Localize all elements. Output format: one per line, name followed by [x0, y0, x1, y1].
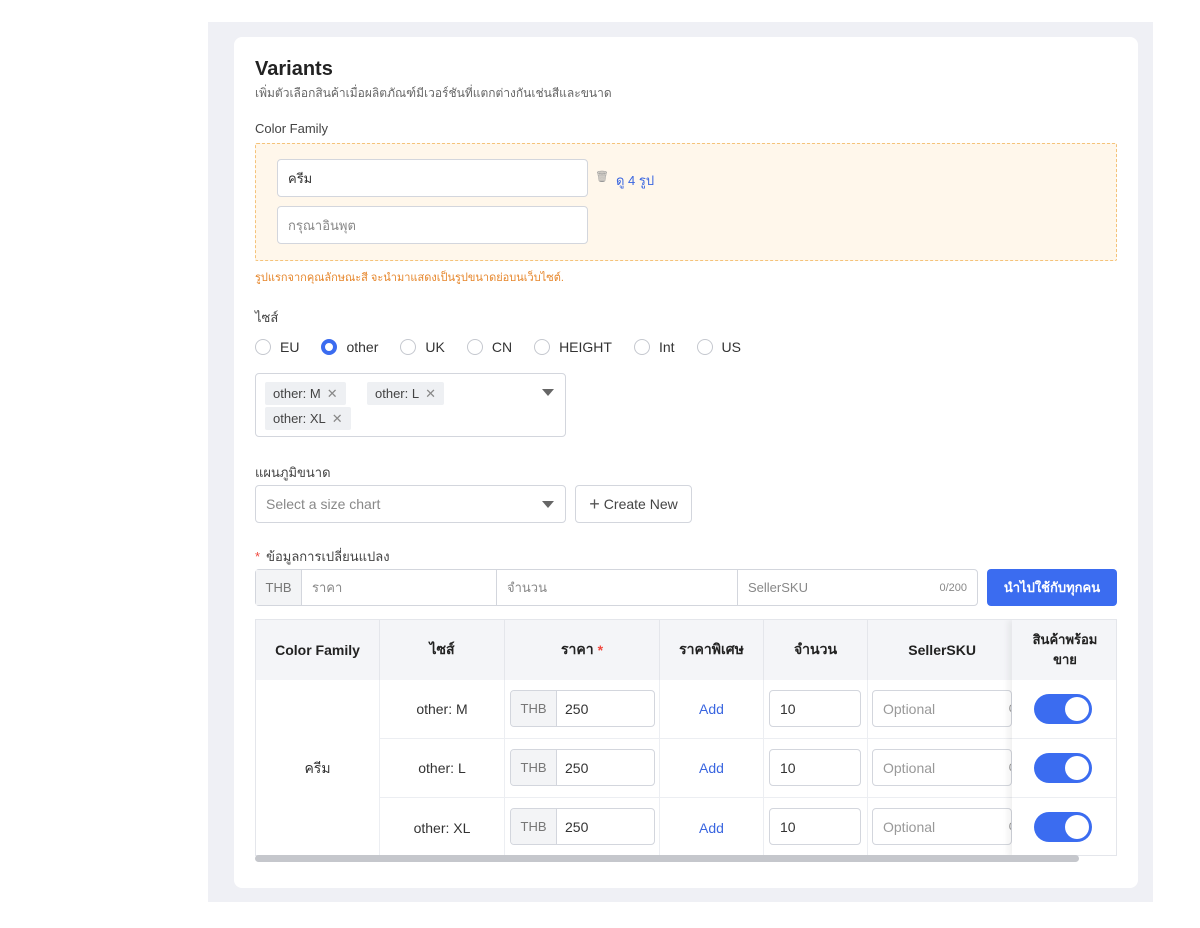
price-input[interactable]: THB 250: [510, 808, 655, 845]
sku-input[interactable]: Optional0: [872, 749, 1012, 786]
color-warning-text: รูปแรกจากคุณลักษณะสี จะนำมาแสดงเป็นรูปขน…: [255, 272, 564, 284]
color-family-label: Color Family: [255, 121, 328, 136]
size-tag: other: M ✕: [265, 382, 346, 405]
radio-circle-icon: [633, 339, 650, 355]
qty-input[interactable]: 10: [769, 808, 861, 845]
add-special-price-link[interactable]: Add: [699, 760, 724, 776]
radio-int[interactable]: Int: [633, 339, 675, 355]
new-color-input[interactable]: กรุณาอินพุต: [277, 206, 588, 244]
currency-prefix: THB: [256, 570, 302, 605]
trash-icon[interactable]: 🗑: [595, 170, 609, 183]
price-input[interactable]: THB 250: [510, 690, 655, 727]
batch-sku-input[interactable]: SellerSKU 0/200: [738, 570, 977, 605]
size-type-radio-group: EU other UK CN HEIGHT Int US: [255, 339, 763, 355]
size-tag: other: XL ✕: [265, 407, 351, 430]
close-icon[interactable]: ✕: [425, 386, 436, 402]
sku-input[interactable]: Optional0: [872, 690, 1012, 727]
col-header-sku: SellerSKU: [868, 620, 1012, 680]
caret-down-icon[interactable]: [542, 389, 554, 396]
batch-edit-bar: THB ราคา จำนวน SellerSKU 0/200: [255, 569, 978, 606]
radio-height[interactable]: HEIGHT: [534, 339, 612, 355]
col-header-size: ไซส์: [380, 620, 505, 680]
size-cell: other: XL: [380, 798, 505, 855]
section-subtitle: เพิ่มตัวเลือกสินค้าเมื่อผลิตภัณฑ์มีเวอร์…: [255, 86, 612, 100]
variants-table: Color Family ไซส์ ราคา * ราคาพิเศษ จำนวน …: [255, 619, 1117, 856]
qty-input[interactable]: 10: [769, 690, 861, 727]
qty-input[interactable]: 10: [769, 749, 861, 786]
special-price-cell: Add: [660, 680, 764, 739]
radio-circle-icon: [255, 339, 271, 355]
toggle-knob: [1065, 756, 1089, 780]
add-special-price-link[interactable]: Add: [699, 701, 724, 717]
special-price-cell: Add: [660, 739, 764, 798]
table-horizontal-scrollbar[interactable]: [255, 855, 1079, 862]
section-title: Variants: [255, 58, 333, 80]
col-header-price: ราคา *: [505, 620, 660, 680]
size-label: ไซส์: [255, 310, 279, 325]
color-value-input[interactable]: ครีม: [277, 159, 588, 197]
variation-info-label: * ข้อมูลการเปลี่ยนแปลง: [255, 549, 390, 564]
size-cell: other: M: [380, 680, 505, 739]
required-asterisk: *: [597, 642, 604, 658]
price-input[interactable]: THB 250: [510, 749, 655, 786]
special-price-cell: Add: [660, 798, 764, 855]
radio-uk[interactable]: UK: [400, 339, 445, 355]
color-family-cell: ครีม: [256, 680, 380, 855]
available-toggle[interactable]: [1034, 753, 1092, 783]
variants-card: Variants เพิ่มตัวเลือกสินค้าเมื่อผลิตภัณ…: [234, 37, 1138, 888]
create-new-button[interactable]: + Create New: [575, 485, 692, 523]
col-header-special-price: ราคาพิเศษ: [660, 620, 764, 680]
radio-eu[interactable]: EU: [255, 339, 299, 355]
size-tag: other: L ✕: [367, 382, 444, 405]
view-images-link[interactable]: ดู 4 รูป: [616, 170, 654, 191]
required-asterisk: *: [255, 549, 261, 564]
radio-checked-icon: [321, 339, 338, 355]
batch-qty-input[interactable]: จำนวน: [497, 570, 738, 605]
available-toggle[interactable]: [1034, 694, 1092, 724]
size-cell: other: L: [380, 739, 505, 798]
size-chart-select[interactable]: Select a size chart: [255, 485, 566, 523]
radio-circle-icon: [534, 339, 551, 355]
plus-icon: +: [589, 493, 600, 514]
sku-input[interactable]: Optional0: [872, 808, 1012, 845]
radio-circle-icon: [466, 339, 483, 355]
col-header-qty: จำนวน: [764, 620, 868, 680]
close-icon[interactable]: ✕: [332, 411, 343, 427]
sku-char-counter: 0/200: [939, 581, 967, 594]
radio-us[interactable]: US: [696, 339, 741, 355]
available-fixed-column: สินค้าพร้อมขาย: [1012, 620, 1116, 855]
toggle-knob: [1065, 697, 1089, 721]
close-icon[interactable]: ✕: [327, 386, 338, 402]
add-special-price-link[interactable]: Add: [699, 820, 724, 836]
radio-other[interactable]: other: [321, 339, 378, 355]
batch-price-input[interactable]: ราคา: [302, 570, 497, 605]
size-chart-label: แผนภูมิขนาด: [255, 465, 331, 480]
available-toggle[interactable]: [1034, 812, 1092, 842]
radio-cn[interactable]: CN: [466, 339, 512, 355]
caret-down-icon: [542, 501, 554, 508]
radio-circle-icon: [696, 339, 713, 355]
radio-circle-icon: [400, 339, 417, 355]
toggle-knob: [1065, 815, 1089, 839]
size-multi-select[interactable]: other: M ✕ other: L ✕ other: XL ✕: [255, 373, 566, 437]
apply-all-button[interactable]: นำไปใช้กับทุกคน: [987, 569, 1117, 606]
col-header-available: สินค้าพร้อมขาย: [1012, 620, 1116, 680]
col-header-color-family: Color Family: [256, 620, 380, 680]
